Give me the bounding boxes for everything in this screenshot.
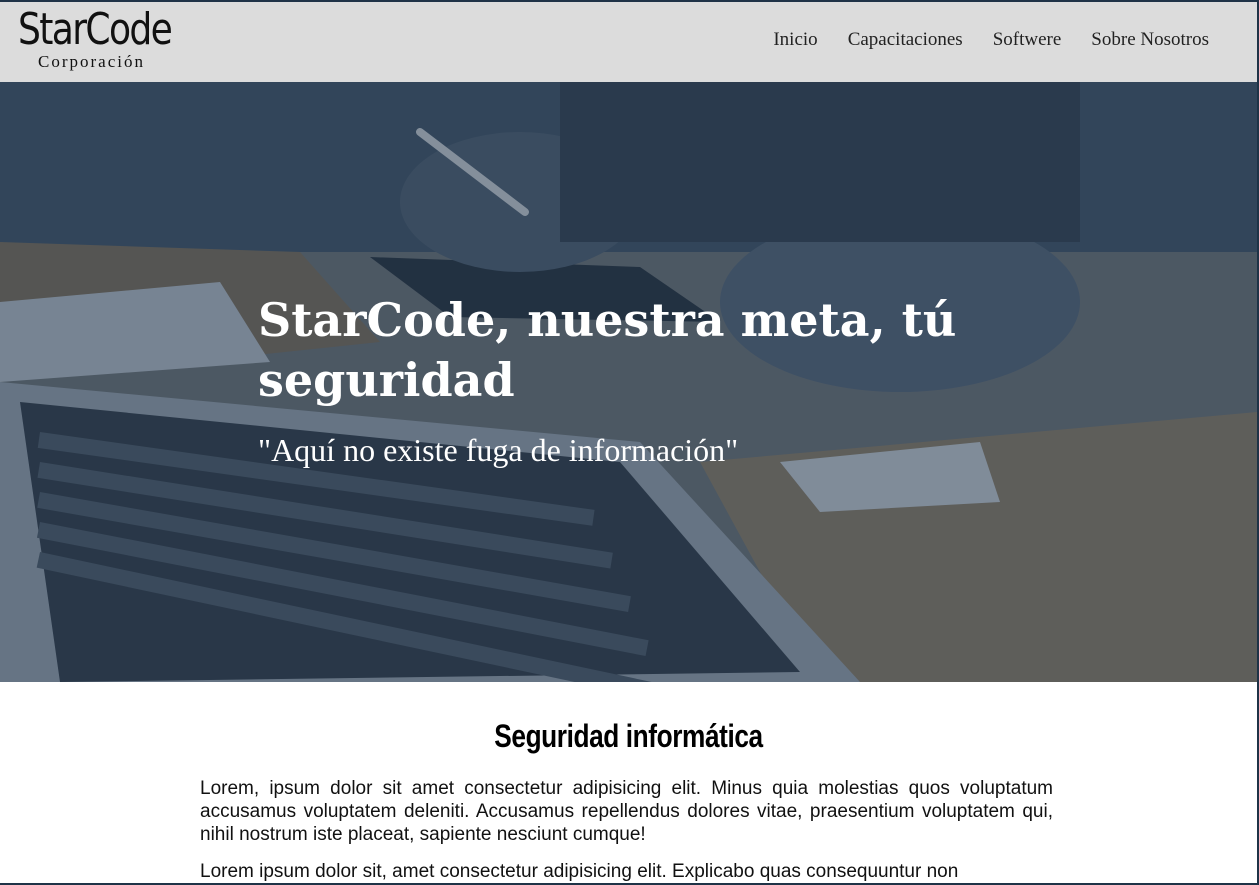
logo[interactable]: StarCode Corporación bbox=[18, 2, 178, 80]
nav-link-softwere[interactable]: Softwere bbox=[993, 29, 1062, 51]
main-nav: Inicio Capacitaciones Softwere Sobre Nos… bbox=[773, 2, 1209, 78]
nav-link-sobre-nosotros[interactable]: Sobre Nosotros bbox=[1091, 29, 1209, 51]
section-paragraph: Lorem ipsum dolor sit, amet consectetur … bbox=[200, 861, 959, 882]
hero-banner: StarCode, nuestra meta, tú seguridad "Aq… bbox=[0, 82, 1257, 682]
section-title: Seguridad informática bbox=[494, 718, 763, 754]
nav-link-inicio[interactable]: Inicio bbox=[773, 29, 817, 51]
section-paragraph: Lorem, ipsum dolor sit amet consectetur … bbox=[200, 778, 1053, 845]
logo-title: StarCode bbox=[18, 4, 173, 55]
main-content: Seguridad informática Lorem, ipsum dolor… bbox=[0, 682, 1257, 883]
logo-subtitle: Corporación bbox=[38, 52, 145, 71]
hero-title: StarCode, nuestra meta, tú seguridad bbox=[258, 293, 957, 407]
site-header: StarCode Corporación Inicio Capacitacion… bbox=[0, 2, 1259, 82]
hero-quote: "Aquí no existe fuga de información" bbox=[258, 432, 739, 468]
nav-link-capacitaciones[interactable]: Capacitaciones bbox=[848, 29, 963, 51]
